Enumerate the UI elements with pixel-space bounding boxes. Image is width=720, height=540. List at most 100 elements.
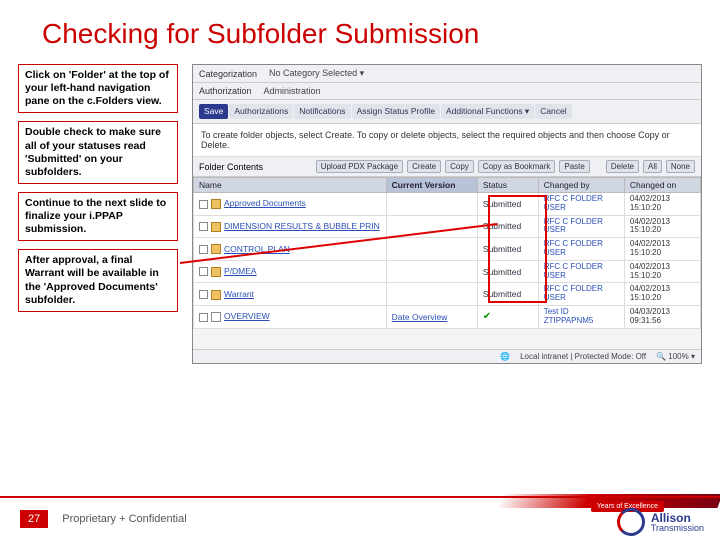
logo-ring-icon [617,508,645,536]
row-name-cell[interactable]: Warrant [194,283,387,306]
checkbox-icon[interactable] [199,200,208,209]
folder-icon [211,290,221,300]
row-version-cell [386,238,477,261]
check-icon: ✔ [483,311,491,322]
checkbox-icon[interactable] [199,245,208,254]
folder-link[interactable]: CONTROL PLAN [224,244,290,254]
folder-link[interactable]: DIMENSION RESULTS & BUBBLE PRIN [224,221,380,231]
authorization-row: Authorization Administration [193,83,701,100]
help-text: To create folder objects, select Create.… [193,124,701,157]
copy-bookmark-button[interactable]: Copy as Bookmark [478,160,556,173]
additional-functions-button[interactable]: Additional Functions ▾ [441,104,534,119]
row-status-cell: Submitted [477,215,538,238]
folder-link[interactable]: Warrant [224,289,254,299]
row-date-cell: 04/02/2013 15:10:20 [624,215,700,238]
row-date-cell: 04/02/2013 15:10:20 [624,260,700,283]
confidentiality-label: Proprietary + Confidential [62,513,186,525]
zoom-dropdown[interactable]: 🔍 100% ▾ [656,352,695,361]
folder-contents-header: Folder Contents Upload PDX Package Creat… [193,157,701,177]
folder-icon [211,222,221,232]
row-status-cell: Submitted [477,238,538,261]
overview-link[interactable]: OVERVIEW [224,311,270,321]
checkbox-icon[interactable] [199,267,208,276]
col-current-version[interactable]: Current Version [386,178,477,193]
categorization-label: Categorization [199,69,257,79]
row-version-cell [386,283,477,306]
col-name[interactable]: Name [194,178,387,193]
row-name-cell[interactable]: DIMENSION RESULTS & BUBBLE PRIN [194,215,387,238]
row-date-cell: 04/02/2013 15:10:20 [624,238,700,261]
row-version-cell[interactable]: Date Overview [386,305,477,328]
select-none-button[interactable]: None [666,160,695,173]
instruction-box-3: Continue to the next slide to finalize y… [18,192,178,241]
slide-footer: 27 Proprietary + Confidential AllisonTra… [0,496,720,540]
save-button[interactable]: Save [199,104,228,119]
row-status-cell: ✔ [477,305,538,328]
slide-title: Checking for Subfolder Submission [0,0,720,56]
authorization-label: Authorization [199,86,252,96]
folder-link[interactable]: P/DMEA [224,266,257,276]
col-status[interactable]: Status [477,178,538,193]
allison-logo: AllisonTransmission [617,508,704,536]
row-version-cell [386,260,477,283]
delete-button[interactable]: Delete [606,160,639,173]
checkbox-icon[interactable] [199,290,208,299]
row-changedby-cell: RFC C FOLDER USER [538,215,624,238]
instruction-column: Click on 'Folder' at the top of your lef… [18,64,178,364]
authorizations-button[interactable]: Authorizations [229,104,293,119]
row-name-cell[interactable]: CONTROL PLAN [194,238,387,261]
upload-pdx-button[interactable]: Upload PDX Package [316,160,403,173]
row-name-cell[interactable]: OVERVIEW [194,305,387,328]
assign-status-button[interactable]: Assign Status Profile [352,104,440,119]
row-changedby-cell: RFC C FOLDER USER [538,283,624,306]
row-version-cell [386,215,477,238]
row-changedby-cell: Test ID ZTIPPAPNM5 [538,305,624,328]
instruction-box-1: Click on 'Folder' at the top of your lef… [18,64,178,113]
table-row[interactable]: DIMENSION RESULTS & BUBBLE PRIN Submitted… [194,215,701,238]
row-date-cell: 04/03/2013 09:31:56 [624,305,700,328]
folder-table: Name Current Version Status Changed by C… [193,177,701,329]
row-status-cell: Submitted [477,283,538,306]
folder-icon [211,199,221,209]
app-screenshot: Categorization No Category Selected ▾ Au… [192,64,702,364]
overview-row[interactable]: OVERVIEW Date Overview ✔ Test ID ZTIPPAPNM5… [194,305,701,328]
folder-contents-label: Folder Contents [199,162,263,172]
authorization-value: Administration [264,86,321,96]
table-row[interactable]: Warrant SubmittedRFC C FOLDER USER04/02/2… [194,283,701,306]
create-button[interactable]: Create [407,160,441,173]
folder-icon [211,267,221,277]
notifications-button[interactable]: Notifications [294,104,350,119]
col-changed-on[interactable]: Changed on [624,178,700,193]
row-version-cell [386,193,477,216]
row-status-cell: Submitted [477,260,538,283]
row-changedby-cell: RFC C FOLDER USER [538,193,624,216]
table-row[interactable]: P/DMEA SubmittedRFC C FOLDER USER04/02/20… [194,260,701,283]
row-changedby-cell: RFC C FOLDER USER [538,238,624,261]
globe-icon: 🌐 [500,352,510,361]
categorization-value[interactable]: No Category Selected ▾ [269,68,364,79]
content-row: Click on 'Folder' at the top of your lef… [0,56,720,364]
browser-status-bar: 🌐 Local intranet | Protected Mode: Off 🔍… [193,349,701,363]
row-name-cell[interactable]: Approved Documents [194,193,387,216]
folder-link[interactable]: Approved Documents [224,198,306,208]
doc-icon [211,312,221,322]
instruction-box-2: Double check to make sure all of your st… [18,121,178,184]
copy-button[interactable]: Copy [445,160,474,173]
select-all-button[interactable]: All [643,160,662,173]
checkbox-icon[interactable] [199,313,208,322]
toolbar: Save Authorizations Notifications Assign… [193,100,701,124]
protected-mode-label: Local intranet | Protected Mode: Off [520,352,646,361]
col-changed-by[interactable]: Changed by [538,178,624,193]
instruction-box-4: After approval, a final Warrant will be … [18,249,178,312]
cancel-button[interactable]: Cancel [535,104,571,119]
checkbox-icon[interactable] [199,222,208,231]
table-row[interactable]: CONTROL PLAN SubmittedRFC C FOLDER USER04… [194,238,701,261]
row-date-cell: 04/02/2013 15:10:20 [624,193,700,216]
paste-button[interactable]: Paste [559,160,589,173]
row-date-cell: 04/02/2013 15:10:20 [624,283,700,306]
row-name-cell[interactable]: P/DMEA [194,260,387,283]
folder-icon [211,244,221,254]
row-changedby-cell: RFC C FOLDER USER [538,260,624,283]
table-row[interactable]: Approved DocumentsSubmittedRFC C FOLDER … [194,193,701,216]
categorization-row: Categorization No Category Selected ▾ [193,65,701,83]
